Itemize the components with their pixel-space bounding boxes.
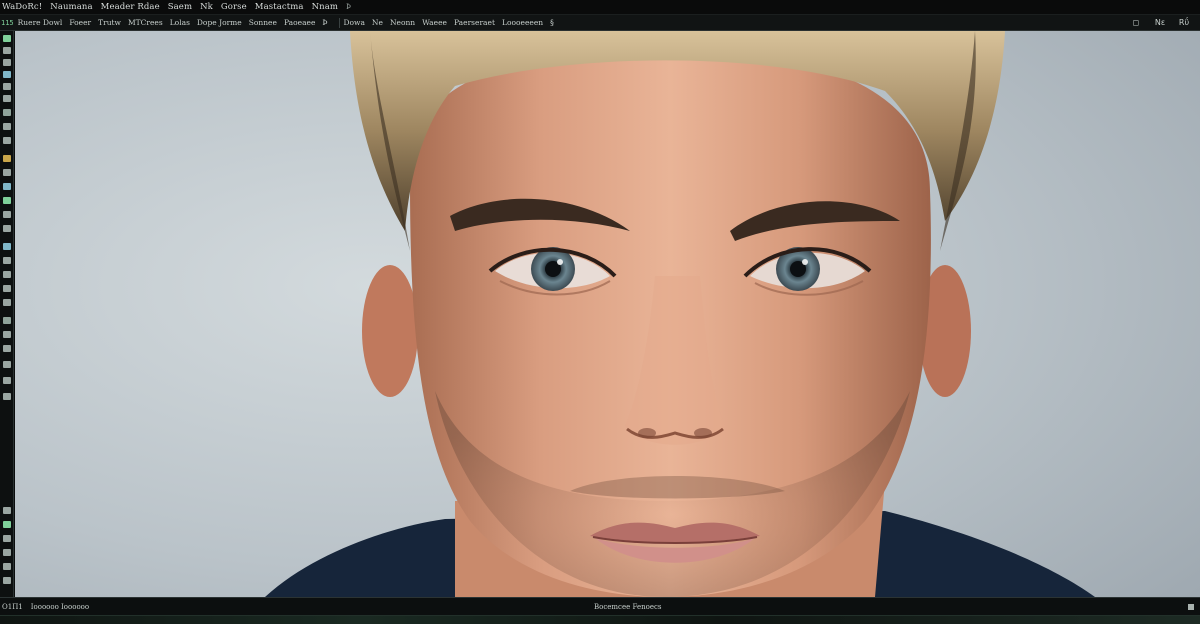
zoom-tool-icon[interactable] — [3, 299, 11, 306]
menu-item-image[interactable]: Meader Rdae — [101, 2, 160, 12]
dodge-tool-icon[interactable] — [3, 211, 11, 218]
layers-toggle-icon[interactable] — [3, 521, 11, 528]
adjustments-toggle-icon[interactable] — [3, 535, 11, 542]
menu-item-layer[interactable]: Saem — [168, 2, 192, 12]
menu-item-filter[interactable]: Gorse — [221, 2, 247, 12]
toolbar-item-6[interactable]: Dope Jorme — [197, 18, 242, 27]
history-brush-tool-icon[interactable] — [3, 155, 11, 162]
status-center-text: Bocemcee Fenoecs — [594, 602, 662, 611]
type-tool-icon[interactable] — [3, 243, 11, 250]
brush-tool-icon[interactable] — [3, 123, 11, 130]
edit-toolbar-icon[interactable] — [3, 317, 11, 324]
toolbar-item-5[interactable]: Lolas — [170, 18, 190, 27]
menu-item-edit[interactable]: Naumana — [50, 2, 92, 12]
shape-tool-icon[interactable] — [3, 271, 11, 278]
toolbar-divider — [338, 17, 340, 28]
toolbar-item-4[interactable]: MTCrees — [128, 18, 163, 27]
history-toggle-icon[interactable] — [3, 563, 11, 570]
zoom-level[interactable]: Ο1Π1 — [2, 603, 23, 611]
tool-indicator[interactable]: 115 — [1, 19, 14, 27]
healing-tool-icon[interactable] — [3, 109, 11, 116]
panel-toggle-icon[interactable] — [3, 507, 11, 514]
minimize-icon[interactable]: Nε — [1154, 18, 1166, 28]
toolbar-item-12[interactable]: Neonn — [390, 18, 415, 27]
toolbar-item-16[interactable]: § — [550, 18, 554, 27]
toolbar-item-14[interactable]: Paerseraet — [454, 18, 495, 27]
toolbar-item-1[interactable]: Ruere Dowl — [18, 18, 63, 27]
pen-tool-icon[interactable] — [3, 225, 11, 232]
hand-tool-icon[interactable] — [3, 285, 11, 292]
close-icon[interactable]: Rΰ — [1178, 18, 1190, 28]
toolbar-item-8[interactable]: Paoeaee — [284, 18, 315, 27]
toolbar-item-9[interactable]: Þ — [322, 18, 327, 27]
crop-tool-icon[interactable] — [3, 83, 11, 90]
toolbar-item-13[interactable]: Waeee — [422, 18, 447, 27]
toolbar-item-3[interactable]: Trutw — [98, 18, 121, 27]
menu-item-view[interactable]: Mastactma — [255, 2, 304, 12]
tools-panel — [0, 31, 14, 597]
bottom-strip — [0, 615, 1200, 624]
document-info[interactable]: Ιοοοοοο Ιοοοοοο — [31, 603, 89, 611]
options-toolbar: 115 Ruere Dowl Foeer Trutw MTCrees Lolas… — [0, 15, 1200, 31]
background-color-icon[interactable] — [3, 345, 11, 352]
menu-item-extra[interactable]: Þ — [346, 3, 351, 11]
menu-item-select[interactable]: Nk — [200, 2, 213, 12]
toolbar-item-15[interactable]: Loooeeeen — [502, 18, 543, 27]
move-tool-icon[interactable] — [3, 35, 11, 42]
portrait-image — [15, 31, 1200, 597]
toolbar-item-2[interactable]: Foeer — [69, 18, 91, 27]
window-controls: ◻ Nε Rΰ — [1130, 18, 1200, 28]
eyedropper-tool-icon[interactable] — [3, 95, 11, 102]
screen-mode-icon[interactable] — [3, 377, 11, 384]
status-menu-icon[interactable] — [1188, 603, 1194, 610]
toolbar-item-7[interactable]: Sonnee — [249, 18, 277, 27]
maximize-icon[interactable]: ◻ — [1130, 18, 1142, 28]
lasso-tool-icon[interactable] — [3, 59, 11, 66]
menu-item-window[interactable]: Nnam — [312, 2, 338, 12]
channels-toggle-icon[interactable] — [3, 549, 11, 556]
tool-extra-icon[interactable] — [3, 393, 11, 400]
quick-mask-icon[interactable] — [3, 361, 11, 368]
gradient-tool-icon[interactable] — [3, 183, 11, 190]
foreground-color-icon[interactable] — [3, 331, 11, 338]
menu-item-file[interactable]: WaDoRc! — [2, 2, 42, 12]
toolbar-item-10[interactable]: Dowa — [344, 18, 365, 27]
toolbar-item-11[interactable]: Ne — [372, 18, 383, 27]
menu-bar: WaDoRc! Naumana Meader Rdae Saem Nk Gors… — [0, 0, 1200, 15]
status-bar: Ο1Π1 Ιοοοοοο Ιοοοοοο Bocemcee Fenoecs — [0, 597, 1200, 615]
properties-toggle-icon[interactable] — [3, 577, 11, 584]
blur-tool-icon[interactable] — [3, 197, 11, 204]
quick-select-tool-icon[interactable] — [3, 71, 11, 78]
stamp-tool-icon[interactable] — [3, 137, 11, 144]
document-canvas[interactable] — [15, 31, 1200, 597]
path-select-tool-icon[interactable] — [3, 257, 11, 264]
eraser-tool-icon[interactable] — [3, 169, 11, 176]
marquee-tool-icon[interactable] — [3, 47, 11, 54]
